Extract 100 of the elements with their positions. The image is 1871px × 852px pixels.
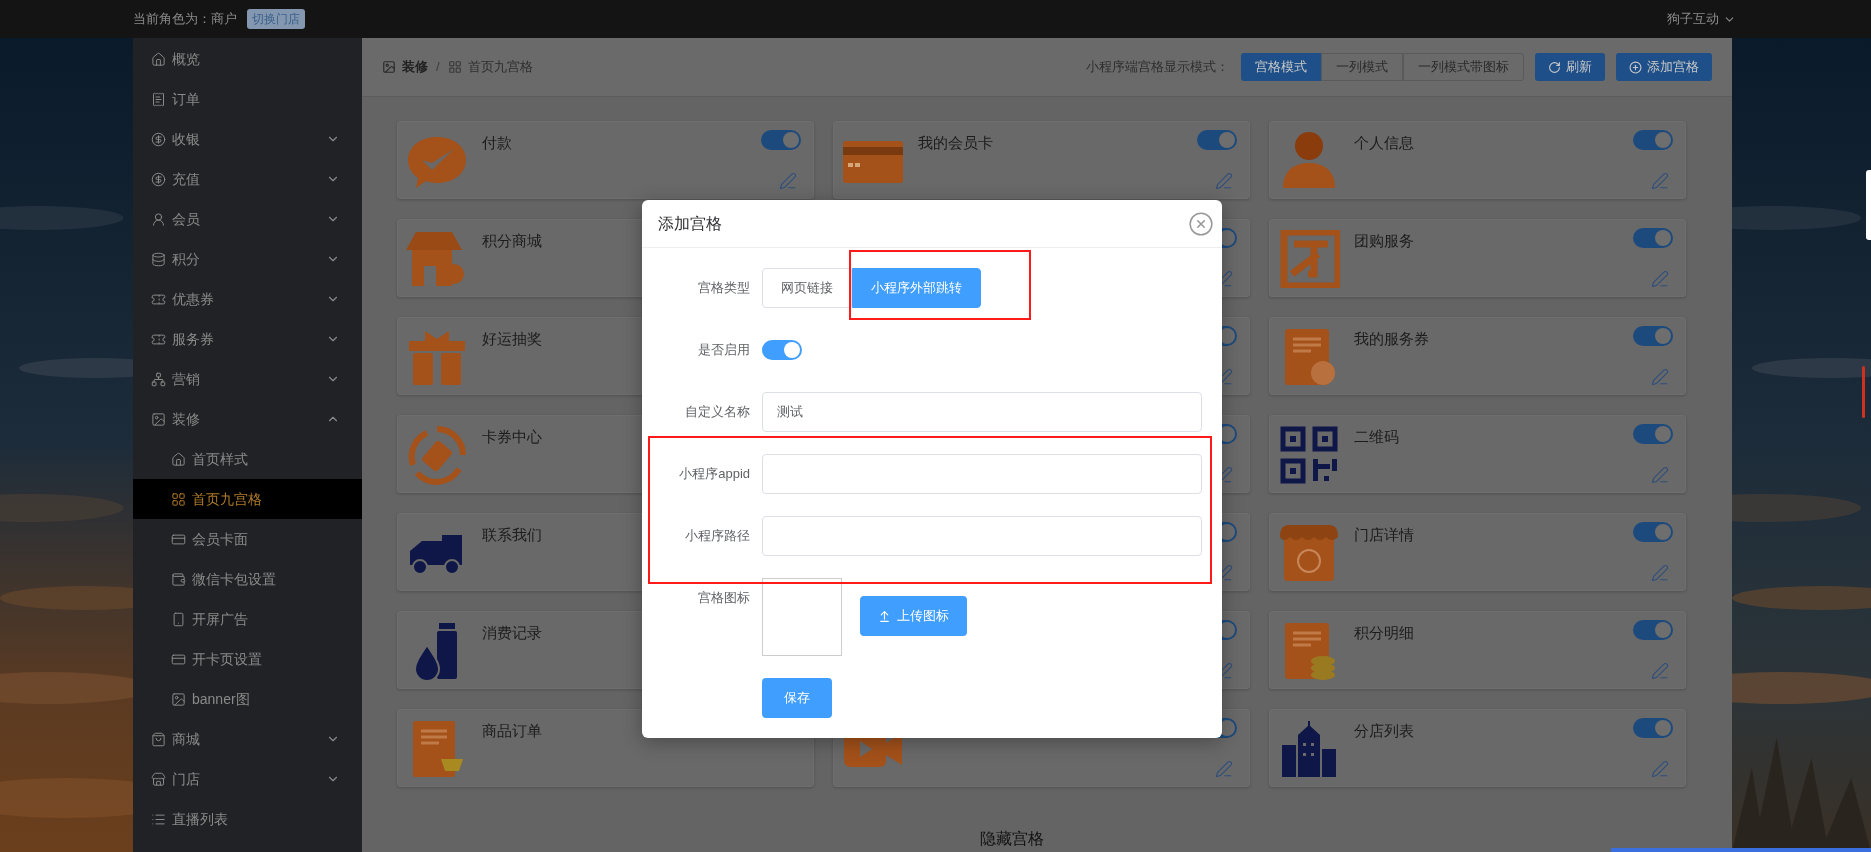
card-title: 联系我们 [482,525,542,545]
shop-info-icon [1278,523,1340,583]
toggle-switch[interactable] [1633,424,1673,444]
close-icon[interactable] [1188,210,1214,237]
sidebar-item[interactable]: 收银 [133,119,362,159]
card-icon [171,531,186,547]
coin-icon [151,131,166,147]
toggle-switch[interactable] [761,130,801,150]
sidebar-item[interactable]: 会员卡面 [133,519,362,559]
sidebar-item[interactable]: 微信卡包设置 [133,559,362,599]
sidebar-item[interactable]: 营销 [133,359,362,399]
sidebar-label: 首页样式 [192,449,248,469]
ticket-icon [151,291,166,307]
sidebar-item[interactable]: 首页九宫格 [133,479,362,519]
card-title: 门店详情 [1354,525,1414,545]
coin-icon [151,171,166,187]
toggle-switch[interactable] [1197,130,1237,150]
sidebar-label: 营销 [172,369,200,389]
network-icon [151,371,166,387]
city-buildings-icon [1280,721,1338,777]
save-button[interactable]: 保存 [762,678,832,718]
upload-button[interactable]: 上传图标 [860,596,967,636]
sidebar-item[interactable]: 积分 [133,239,362,279]
card-title: 团购服务 [1354,231,1414,251]
sidebar-label: 服务券 [172,329,214,349]
house-icon [171,451,186,467]
breadcrumb-separator: / [436,58,440,77]
toggle-switch[interactable] [1633,228,1673,248]
card-title: 卡券中心 [482,427,542,447]
sidebar-label: 开卡页设置 [192,649,262,669]
sidebar-item[interactable]: 装修 [133,399,362,439]
wallet-icon [171,571,186,587]
field-label: 小程序路径 [684,527,750,545]
card-icon [171,651,186,667]
toggle-switch[interactable] [762,340,802,360]
toolbar-button[interactable]: 刷新 [1535,53,1605,81]
user-menu[interactable]: 狗子互动 [1667,9,1736,29]
toggle-switch[interactable] [1633,522,1673,542]
sidebar-item[interactable]: 充值 [133,159,362,199]
scroll-marker [1862,366,1865,418]
sidebar-label: 订单 [172,89,200,109]
sidebar-item[interactable]: 门店 [133,759,362,799]
sidebar-item[interactable]: banner图 [133,679,362,719]
sidebar-item[interactable]: 服务券 [133,319,362,359]
breadcrumb-item[interactable]: 装修 [402,57,428,77]
sidebar-label: 概览 [172,49,200,69]
receipt-icon [151,91,166,107]
sidebar-item[interactable]: 首页样式 [133,439,362,479]
image-icon [171,691,186,707]
text-field[interactable] [762,516,1202,556]
coupon-ring-icon [407,425,467,485]
database-icon [151,251,166,267]
toggle-switch[interactable] [1633,130,1673,150]
field-label: 是否启用 [697,341,750,359]
sidebar-item[interactable]: 概览 [133,39,362,79]
toggle-switch[interactable] [1633,718,1673,738]
image-icon [151,411,166,427]
side-tab[interactable] [1866,170,1871,240]
sidebar-label: 装修 [172,409,200,429]
sidebar-item[interactable]: 会员 [133,199,362,239]
card-title: 积分商城 [482,231,542,251]
plus-circle-icon [1629,60,1642,74]
field-label: 宫格图标 [697,589,750,607]
section-title: 隐藏宫格 [980,829,1044,849]
sidebar-item[interactable]: 优惠券 [133,279,362,319]
card-title: 个人信息 [1354,133,1414,153]
card-title: 二维码 [1354,427,1399,447]
sidebar-item[interactable]: 开卡页设置 [133,639,362,679]
sidebar-item[interactable]: 直播列表 [133,799,362,839]
toolbar-button[interactable]: 添加宫格 [1616,53,1712,81]
card-title: 消费记录 [482,623,542,643]
toggle-switch[interactable] [1633,620,1673,640]
upload-icon [878,609,891,623]
grid-icon [447,60,462,74]
sidebar-item[interactable]: 开屏广告 [133,599,362,639]
type-option[interactable]: 小程序外部跳转 [852,268,981,308]
text-field[interactable]: 测试 [762,392,1202,432]
image-icon [382,60,396,74]
card-title: 我的会员卡 [918,133,993,153]
store-icon [151,771,166,787]
qr-code-icon [1280,426,1338,484]
card-title: 分店列表 [1354,721,1414,741]
card-title: 积分明细 [1354,623,1414,643]
sidebar-label: 首页九宫格 [192,489,262,509]
user-icon [151,211,166,227]
display-mode-option[interactable]: 宫格模式 [1241,53,1321,81]
refresh-icon [1548,60,1561,74]
display-mode-label: 小程序端宫格显示模式： [1086,58,1229,77]
shopping-bag-icon [151,731,166,747]
text-field[interactable] [762,454,1202,494]
sidebar-item[interactable]: 订单 [133,79,362,119]
sidebar-label: 积分 [172,249,200,269]
sidebar-label: 收银 [172,129,200,149]
sidebar-label: 充值 [172,169,200,189]
sidebar-label: 直播列表 [172,809,228,829]
card-title: 好运抽奖 [482,329,542,349]
type-option[interactable]: 网页链接 [762,268,852,308]
toggle-switch[interactable] [1633,326,1673,346]
sidebar-item[interactable]: 商城 [133,719,362,759]
sidebar-label: 商城 [172,729,200,749]
